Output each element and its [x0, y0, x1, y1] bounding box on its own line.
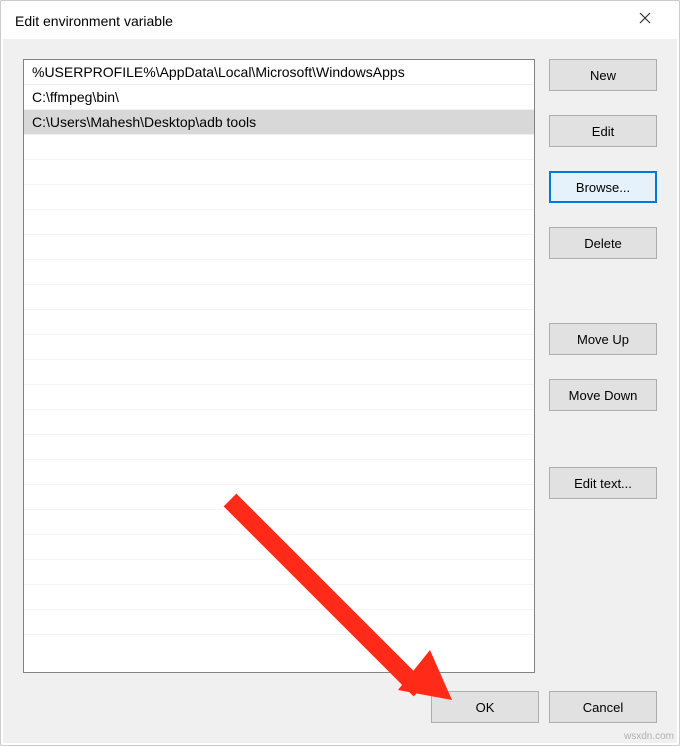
path-list-empty-row: [24, 310, 534, 335]
path-list-empty-row: [24, 210, 534, 235]
watermark: wsxdn.com: [624, 731, 674, 742]
path-list-item[interactable]: C:\ffmpeg\bin\: [24, 85, 534, 110]
path-list-empty-row: [24, 135, 534, 160]
path-list-item[interactable]: C:\Users\Mahesh\Desktop\adb tools: [24, 110, 534, 135]
move-down-button[interactable]: Move Down: [549, 379, 657, 411]
edit-button[interactable]: Edit: [549, 115, 657, 147]
cancel-button[interactable]: Cancel: [549, 691, 657, 723]
edit-text-button[interactable]: Edit text...: [549, 467, 657, 499]
browse-button[interactable]: Browse...: [549, 171, 657, 203]
path-list-empty-row: [24, 260, 534, 285]
main-row: %USERPROFILE%\AppData\Local\Microsoft\Wi…: [23, 59, 657, 673]
side-buttons: New Edit Browse... Delete Move Up Move D…: [549, 59, 657, 673]
close-button[interactable]: [625, 5, 665, 35]
path-list-empty-row: [24, 585, 534, 610]
dialog-window: Edit environment variable %USERPROFILE%\…: [0, 0, 680, 746]
new-button[interactable]: New: [549, 59, 657, 91]
path-list-item[interactable]: %USERPROFILE%\AppData\Local\Microsoft\Wi…: [24, 60, 534, 85]
path-list-empty-row: [24, 360, 534, 385]
path-list-empty-row: [24, 435, 534, 460]
window-title: Edit environment variable: [15, 11, 173, 29]
dialog-content: %USERPROFILE%\AppData\Local\Microsoft\Wi…: [3, 39, 677, 743]
path-list-empty-row: [24, 460, 534, 485]
path-list-empty-row: [24, 510, 534, 535]
close-icon: [639, 11, 651, 29]
delete-button[interactable]: Delete: [549, 227, 657, 259]
path-list-empty-row: [24, 335, 534, 360]
path-list-empty-row: [24, 285, 534, 310]
dialog-footer: OK Cancel: [23, 673, 657, 723]
path-list-empty-row: [24, 560, 534, 585]
path-list-empty-row: [24, 385, 534, 410]
path-list-empty-row: [24, 535, 534, 560]
path-list-empty-row: [24, 185, 534, 210]
path-list-empty-row: [24, 235, 534, 260]
ok-button[interactable]: OK: [431, 691, 539, 723]
path-list-empty-row: [24, 610, 534, 635]
path-list-empty-row: [24, 485, 534, 510]
path-list-empty-row: [24, 160, 534, 185]
path-list-empty-row: [24, 410, 534, 435]
path-listbox[interactable]: %USERPROFILE%\AppData\Local\Microsoft\Wi…: [23, 59, 535, 673]
move-up-button[interactable]: Move Up: [549, 323, 657, 355]
titlebar: Edit environment variable: [1, 1, 679, 39]
